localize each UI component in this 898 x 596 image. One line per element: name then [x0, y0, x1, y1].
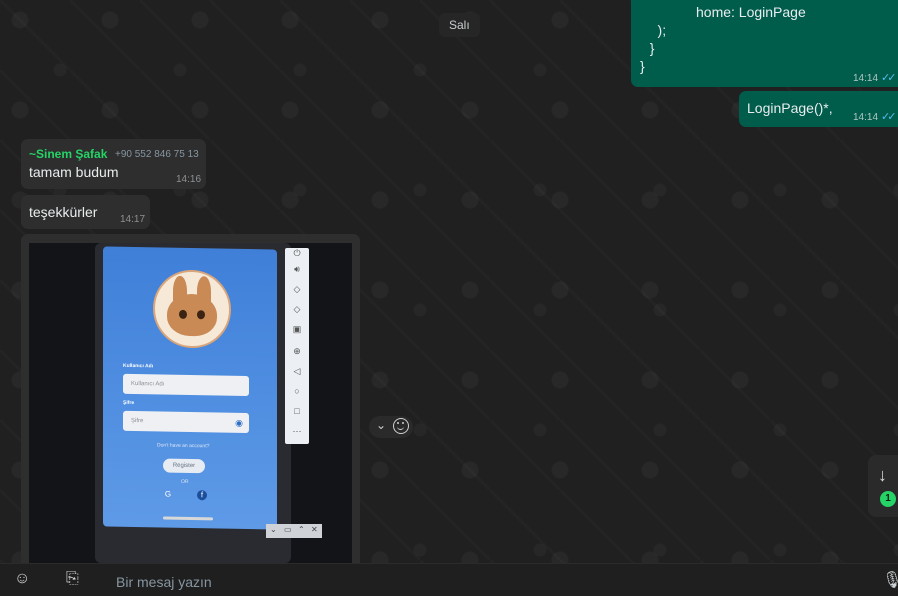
volume-icon: 🔊︎ [294, 264, 300, 274]
emoji-reaction-icon[interactable] [393, 418, 409, 434]
close-icon: ✕ [311, 525, 318, 534]
code-line: ); [642, 22, 667, 38]
camera-icon: ▣ [292, 324, 302, 334]
message-text: teşekkürler [29, 204, 98, 220]
zoom-icon: ⊕ [293, 346, 301, 356]
bunny-eye [197, 310, 205, 320]
message-time: 14:17 [120, 214, 146, 225]
message-time: 14:14 ✓✓ [853, 72, 897, 84]
more-icon: ⋯ [292, 426, 302, 436]
register-button: Register [163, 458, 205, 474]
sender-phone: +90 552 846 75 13 [115, 149, 199, 160]
rotate-right-icon: ◇ [293, 304, 301, 314]
password-placeholder: Şifre [131, 417, 144, 425]
incoming-image-message[interactable]: Kullanıcı Adı Kullanıcı Adı Şifre Şifre … [21, 234, 360, 563]
read-ticks-icon: ✓✓ [881, 72, 897, 84]
code-line: home: LoginPage [696, 4, 806, 20]
username-field: Kullanıcı Adı [123, 373, 249, 397]
photo-attachment[interactable]: Kullanıcı Adı Kullanıcı Adı Şifre Şifre … [29, 243, 352, 563]
overview-icon: □ [294, 406, 300, 416]
date-separator: Salı [439, 13, 480, 37]
unread-badge: 1 [880, 491, 896, 507]
password-label: Şifre [123, 399, 135, 407]
or-text: OR [181, 478, 189, 485]
power-icon: ⏻ [293, 248, 301, 258]
emulator-screen: Kullanıcı Adı Kullanıcı Adı Şifre Şifre … [103, 246, 277, 530]
bunny-face [167, 293, 217, 337]
emulator-toolbar: ⏻ 🔊︎ ◇ ◇ ▣ ⊕ ◁ ○ □ ⋯ [285, 248, 309, 444]
message-text: LoginPage()*, [747, 100, 833, 116]
eye-icon: ◉ [235, 417, 243, 428]
message-input[interactable] [114, 568, 838, 596]
password-field: Şifre ◉ [123, 410, 249, 434]
chevron-down-icon[interactable]: ⌄ [376, 418, 386, 432]
chevron-up-icon: ⌃ [298, 525, 305, 534]
google-icon: G [164, 489, 172, 499]
sender-name[interactable]: ~Sinem Şafak [29, 147, 107, 161]
bunny-avatar [153, 269, 231, 349]
code-line: } [642, 40, 655, 56]
incoming-message[interactable]: ~Sinem Şafak +90 552 846 75 13 tamam bud… [21, 139, 206, 189]
arrow-down-icon: ↓ [878, 465, 887, 485]
bunny-eye [179, 309, 187, 319]
scroll-to-bottom-button[interactable]: ↓ 1 [868, 455, 898, 517]
outgoing-message[interactable]: LoginPage()*, 14:14 ✓✓ [739, 91, 898, 127]
code-line: } [640, 58, 645, 74]
home-indicator [163, 516, 213, 521]
no-account-text: Don't have an account? [157, 442, 210, 450]
username-label: Kullanıcı Adı [123, 362, 154, 370]
microphone-icon[interactable]: 🎙︎ [882, 570, 898, 590]
incoming-message[interactable]: teşekkürler 14:17 [21, 195, 150, 229]
read-ticks-icon: ✓✓ [881, 111, 897, 123]
message-time: 14:16 [176, 174, 202, 185]
home-icon: ○ [294, 386, 300, 396]
back-icon: ◁ [293, 366, 301, 376]
keyboard-icon: ▭ [284, 525, 292, 534]
message-composer: ☺ ⎘ 🎙︎ [0, 563, 898, 596]
rotate-left-icon: ◇ [293, 284, 301, 294]
window-controls: ⌄ ▭ ⌃ ✕ [266, 524, 322, 538]
paperclip-icon[interactable]: ⎘ [66, 570, 79, 588]
emoji-icon[interactable]: ☺ [14, 570, 30, 588]
chevron-down-icon: ⌄ [270, 525, 277, 534]
message-time: 14:14 ✓✓ [853, 111, 897, 123]
message-text: tamam budum [29, 164, 119, 180]
facebook-icon: f [197, 490, 207, 501]
message-actions: ⌄ [369, 416, 413, 438]
outgoing-message-code[interactable]: home: LoginPage ); } } 14:14 ✓✓ [631, 0, 898, 87]
